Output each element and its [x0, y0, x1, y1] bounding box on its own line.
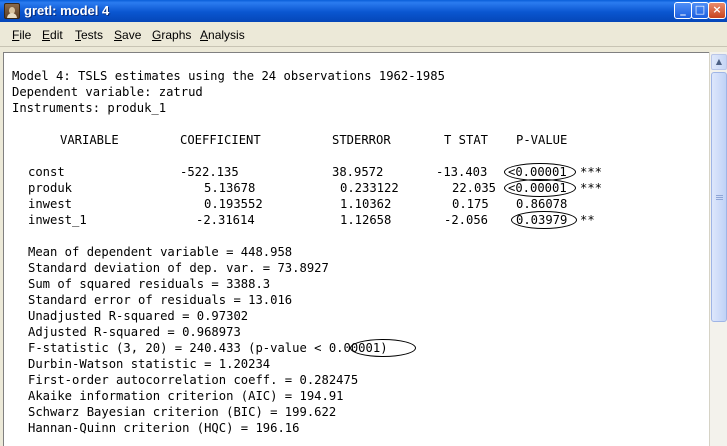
menu-save[interactable]: Save: [114, 28, 141, 42]
menu-edit[interactable]: Edit: [42, 28, 63, 42]
title-bar: gretl: model 4 _ □ ×: [0, 0, 727, 22]
scroll-up-button[interactable]: ▲: [711, 54, 727, 70]
column-header-pvalue: P-VALUE: [516, 133, 568, 147]
row-coefficient: -522.135: [180, 165, 239, 179]
menu-tests[interactable]: Tests: [75, 28, 103, 42]
pvalue-ellipse-mark: [504, 179, 576, 197]
stat-line: Adjusted R-squared = 0.968973: [28, 325, 241, 339]
row-variable: inwest: [28, 197, 73, 211]
maximize-icon: □: [694, 3, 706, 16]
menu-hotkey-letter: A: [200, 28, 209, 42]
close-button[interactable]: ×: [708, 2, 726, 19]
stat-line: Unadjusted R-squared = 0.97302: [28, 309, 249, 323]
menu-analysis[interactable]: Analysis: [200, 28, 245, 42]
stat-line: F-statistic (3, 20) = 240.433 (p-value <…: [28, 341, 388, 355]
scrollbar-thumb[interactable]: [711, 72, 727, 322]
menu-hotkey-letter: E: [42, 28, 51, 42]
row-variable: produk: [28, 181, 73, 195]
row-significance-stars: **: [580, 213, 595, 227]
menu-file[interactable]: File: [12, 28, 31, 42]
stat-line: Durbin-Watson statistic = 1.20234: [28, 357, 271, 371]
row-variable: inwest_1: [28, 213, 87, 227]
row-coefficient: 0.193552: [204, 197, 263, 211]
maximize-button[interactable]: □: [691, 2, 709, 19]
dependent-variable-line: Dependent variable: zatrud: [12, 85, 203, 99]
row-tstat: -2.056: [444, 213, 489, 227]
instruments-line: Instruments: produk_1: [12, 101, 167, 115]
fstat-pvalue-ellipse-mark: [350, 339, 416, 357]
arrow-up-icon: ▲: [715, 57, 723, 66]
model-output-text[interactable]: Model 4: TSLS estimates using the 24 obs…: [3, 52, 709, 446]
minimize-button[interactable]: _: [674, 2, 692, 19]
grip-icon: [716, 195, 723, 201]
column-header-tstat: T STAT: [444, 133, 489, 147]
stat-line: Standard deviation of dep. var. = 73.892…: [28, 261, 329, 275]
minimize-icon: _: [680, 3, 686, 16]
menu-hotkey-letter: T: [75, 28, 81, 42]
vertical-scrollbar[interactable]: ▲: [709, 52, 727, 446]
row-significance-stars: ***: [580, 181, 603, 195]
model-header-line: Model 4: TSLS estimates using the 24 obs…: [12, 69, 445, 83]
row-coefficient: 5.13678: [204, 181, 256, 195]
stat-line: Schwarz Bayesian criterion (BIC) = 199.6…: [28, 405, 337, 419]
row-tstat: 0.175: [452, 197, 489, 211]
stat-line: Mean of dependent variable = 448.958: [28, 245, 293, 259]
row-variable: const: [28, 165, 65, 179]
column-header-stderror: STDERROR: [332, 133, 391, 147]
pvalue-ellipse-mark: [511, 211, 577, 229]
stat-line: First-order autocorrelation coeff. = 0.2…: [28, 373, 359, 387]
stat-line: Akaike information criterion (AIC) = 194…: [28, 389, 344, 403]
column-header-coefficient: COEFFICIENT: [180, 133, 261, 147]
stat-line: Sum of squared residuals = 3388.3: [28, 277, 271, 291]
row-stderror: 0.233122: [340, 181, 399, 195]
gretl-app-icon[interactable]: [4, 3, 20, 19]
stat-line: Standard error of residuals = 13.016: [28, 293, 293, 307]
row-pvalue: 0.86078: [516, 197, 568, 211]
window-title: gretl: model 4: [24, 3, 110, 18]
menu-bar: File Edit Tests Save Graphs Analysis: [0, 22, 727, 47]
stat-line: Hannan-Quinn criterion (HQC) = 196.16: [28, 421, 300, 435]
column-header-variable: VARIABLE: [60, 133, 119, 147]
row-significance-stars: ***: [580, 165, 603, 179]
row-stderror: 1.10362: [340, 197, 392, 211]
menu-hotkey-letter: S: [114, 28, 123, 42]
close-icon: ×: [712, 3, 722, 16]
menu-hotkey-letter: F: [12, 28, 20, 42]
menu-hotkey-letter: G: [152, 28, 162, 42]
row-tstat: 22.035: [452, 181, 497, 195]
menu-graphs[interactable]: Graphs: [152, 28, 191, 42]
row-stderror: 38.9572: [332, 165, 384, 179]
row-tstat: -13.403: [436, 165, 488, 179]
row-stderror: 1.12658: [340, 213, 392, 227]
row-coefficient: -2.31614: [196, 213, 255, 227]
